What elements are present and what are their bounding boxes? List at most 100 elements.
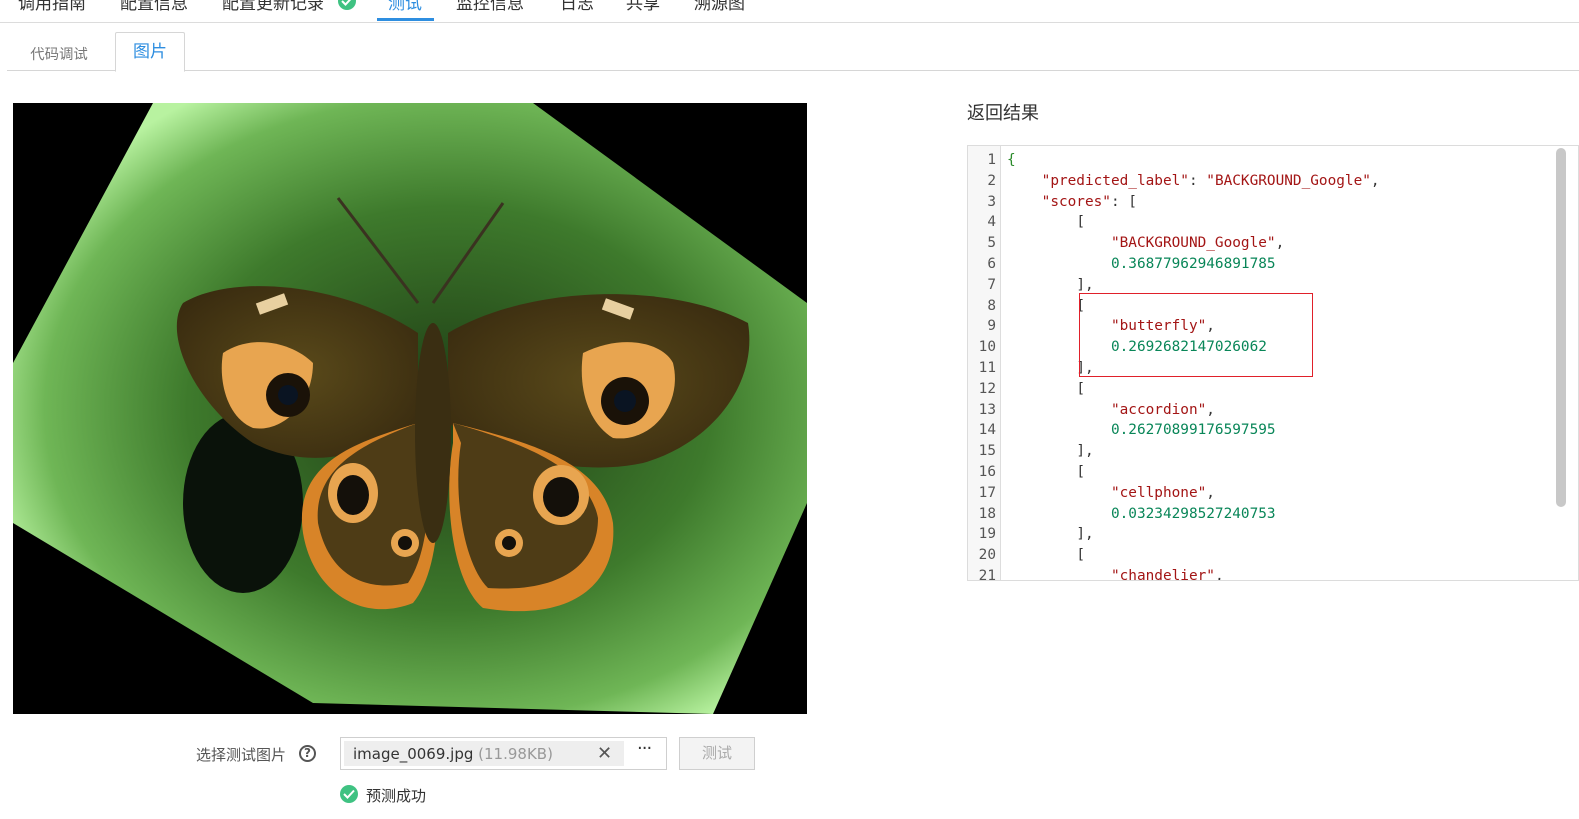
line-number: 8 bbox=[987, 297, 996, 314]
line-number: 6 bbox=[987, 255, 996, 272]
code-token: 0.36877962946891785 bbox=[1110, 255, 1276, 272]
code-token: "chandelier" bbox=[1110, 567, 1215, 581]
code-token: , bbox=[1214, 567, 1224, 581]
code-token: "cellphone" bbox=[1110, 484, 1207, 501]
scroll-thumb[interactable] bbox=[1556, 148, 1566, 507]
file-input[interactable]: image_0069.jpg (11.98KB) ✕ ··· bbox=[340, 737, 667, 770]
result-json-editor[interactable]: 1{2 "predicted_label": "BACKGROUND_Googl… bbox=[967, 145, 1579, 581]
file-name-text: image_0069.jpg (11.98KB) bbox=[353, 745, 553, 763]
line-number: 16 bbox=[978, 463, 996, 480]
code-token: [ bbox=[1076, 547, 1085, 564]
vertical-scrollbar[interactable] bbox=[1556, 146, 1568, 580]
line-number: 9 bbox=[987, 318, 996, 335]
line-number: 21 bbox=[978, 567, 996, 581]
code-token: [ bbox=[1076, 214, 1085, 231]
selected-file-chip: image_0069.jpg (11.98KB) ✕ bbox=[344, 741, 624, 766]
line-number: 14 bbox=[978, 422, 996, 439]
top-tab-bar: 调用指南 配置信息 配置更新记录 测试 监控信息 日志 共享 溯源图 bbox=[0, 0, 1579, 23]
code-token: "accordion" bbox=[1110, 401, 1207, 418]
code-line: 4 [ bbox=[987, 212, 1380, 233]
code-token: 0.26270899176597595 bbox=[1110, 422, 1276, 439]
code-token: 0.03234298527240753 bbox=[1110, 505, 1276, 522]
line-number: 2 bbox=[987, 172, 996, 189]
code-token: "BACKGROUND_Google" bbox=[1206, 172, 1371, 189]
code-line: 12 [ bbox=[979, 379, 1380, 400]
code-line: 6 0.36877962946891785 bbox=[987, 254, 1380, 275]
code-token: [ bbox=[1076, 463, 1085, 480]
line-number: 5 bbox=[987, 235, 996, 252]
code-token: "scores" bbox=[1041, 193, 1111, 210]
line-number: 3 bbox=[987, 193, 996, 210]
success-check-icon bbox=[340, 785, 358, 803]
code-line: 17 "cellphone", bbox=[979, 483, 1380, 504]
prediction-status: 预测成功 bbox=[366, 787, 427, 805]
code-token: ], bbox=[1076, 526, 1094, 543]
browse-more-icon[interactable]: ··· bbox=[637, 738, 652, 759]
code-line: 14 0.26270899176597595 bbox=[979, 420, 1380, 441]
tab-code-debug[interactable]: 代码调试 bbox=[7, 36, 111, 74]
tab-monitoring[interactable]: 监控信息 bbox=[456, 0, 524, 14]
code-line: 5 "BACKGROUND_Google", bbox=[987, 233, 1380, 254]
test-button[interactable]: 测试 bbox=[679, 737, 755, 770]
line-number: 19 bbox=[978, 526, 996, 543]
code-token: , bbox=[1275, 235, 1285, 252]
line-number: 7 bbox=[987, 276, 996, 293]
code-token: [ bbox=[1076, 380, 1085, 397]
code-line: 21 "chandelier", bbox=[979, 566, 1380, 581]
line-number: 11 bbox=[978, 359, 996, 376]
code-line: 19 ], bbox=[979, 524, 1380, 545]
code-token: , bbox=[1206, 484, 1215, 501]
code-line: 13 "accordion", bbox=[979, 400, 1380, 421]
code-line: 16 [ bbox=[979, 462, 1380, 483]
code-line: 2 "predicted_label": "BACKGROUND_Google"… bbox=[987, 171, 1379, 192]
tab-image[interactable]: 图片 bbox=[115, 32, 185, 72]
code-line: 3 "scores": [ bbox=[987, 192, 1380, 213]
sub-tab-bar: 代码调试 图片 bbox=[7, 32, 1579, 74]
code-token: , bbox=[1206, 401, 1215, 418]
line-number: 15 bbox=[978, 443, 996, 460]
result-title: 返回结果 bbox=[967, 103, 1039, 124]
line-number: 10 bbox=[978, 339, 996, 356]
code-token: ], bbox=[1076, 276, 1094, 293]
tab-config-history[interactable]: 配置更新记录 bbox=[222, 0, 324, 14]
code-line: 1{ bbox=[987, 150, 1380, 171]
tab-call-guide[interactable]: 调用指南 bbox=[18, 0, 86, 14]
code-token: : bbox=[1188, 172, 1207, 189]
line-number: 17 bbox=[978, 484, 996, 501]
file-size: (11.98KB) bbox=[478, 745, 553, 763]
tab-logs[interactable]: 日志 bbox=[560, 0, 594, 14]
file-name: image_0069.jpg bbox=[353, 745, 474, 763]
tab-config-info[interactable]: 配置信息 bbox=[120, 0, 188, 14]
test-image-preview bbox=[13, 103, 807, 714]
tab-trace-graph[interactable]: 溯源图 bbox=[694, 0, 745, 14]
line-number: 13 bbox=[978, 401, 996, 418]
code-token: "predicted_label" bbox=[1041, 172, 1189, 189]
code-token: : [ bbox=[1110, 193, 1137, 210]
code-line: 15 ], bbox=[979, 441, 1380, 462]
line-number: 4 bbox=[987, 214, 996, 231]
code-token: "BACKGROUND_Google" bbox=[1110, 235, 1276, 252]
line-number: 1 bbox=[987, 152, 996, 168]
tab-test[interactable]: 测试 bbox=[388, 0, 422, 14]
line-number: 12 bbox=[978, 380, 996, 397]
remove-file-icon[interactable]: ✕ bbox=[597, 743, 612, 764]
help-icon[interactable]: ? bbox=[299, 745, 316, 762]
active-tab-indicator bbox=[377, 18, 434, 21]
tab-share[interactable]: 共享 bbox=[626, 0, 660, 14]
code-token: { bbox=[1007, 152, 1016, 168]
